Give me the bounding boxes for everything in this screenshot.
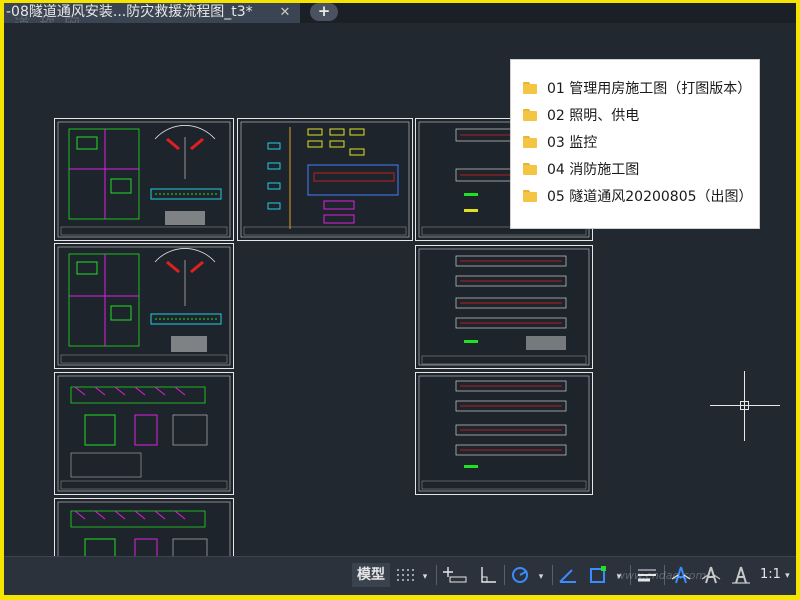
grid-icon[interactable]	[394, 563, 416, 587]
watermark-text: www.cndao.com	[616, 569, 707, 582]
folder-item[interactable]: 01 管理用房施工图（打图版本）	[511, 74, 759, 101]
folder-item[interactable]: 05 隧道通风20200805（出图）	[511, 182, 759, 209]
folder-list-popup: 01 管理用房施工图（打图版本） 02 照明、供电 03 监控 04 消防施工图…	[510, 59, 760, 229]
drawing-sheet[interactable]	[54, 118, 234, 241]
drawing-sheet[interactable]	[415, 245, 593, 369]
snap-icon[interactable]	[442, 563, 470, 587]
sheet-drawing	[57, 375, 231, 492]
model-space-viewport[interactable]: 01 管理用房施工图（打图版本） 02 照明、供电 03 监控 04 消防施工图…	[4, 23, 796, 568]
folder-icon	[523, 108, 537, 121]
folder-item-label: 01 管理用房施工图（打图版本）	[547, 80, 752, 97]
sheet-drawing	[57, 121, 231, 238]
model-space-button[interactable]: 模型	[352, 563, 390, 587]
ortho-icon[interactable]	[476, 563, 500, 587]
sheet-drawing	[418, 248, 590, 366]
folder-icon	[523, 81, 537, 94]
drawing-sheet[interactable]	[54, 243, 234, 369]
document-tab-bar: -08隧道通风安装...防灾救援流程图_t3* ✕ +	[4, 3, 796, 23]
drawing-sheet[interactable]	[415, 372, 593, 495]
folder-item[interactable]: 03 监控	[511, 128, 759, 155]
polar-icon[interactable]	[508, 563, 532, 587]
sheet-drawing	[57, 246, 231, 366]
chevron-down-icon: ▾	[785, 571, 790, 581]
folder-item-label: 05 隧道通风20200805（出图）	[547, 188, 753, 205]
folder-item[interactable]: 02 照明、供电	[511, 101, 759, 128]
close-icon[interactable]: ✕	[276, 4, 294, 22]
folder-icon	[523, 162, 537, 175]
folder-item-label: 03 监控	[547, 134, 598, 151]
annotation-scale-value[interactable]: 1:1 ▾	[760, 563, 790, 588]
folder-icon	[523, 135, 537, 148]
osnap-icon[interactable]	[586, 563, 610, 587]
grid-dropdown-button[interactable]: ▾	[418, 563, 432, 587]
status-separator	[436, 565, 437, 585]
folder-item-label: 02 照明、供电	[547, 107, 640, 124]
folder-icon	[523, 189, 537, 202]
scale-label: 1:1	[760, 567, 781, 582]
isodraft-icon[interactable]	[556, 563, 580, 587]
folder-item[interactable]: 04 消防施工图	[511, 155, 759, 182]
autoscale-icon[interactable]	[728, 563, 754, 587]
folder-item-label: 04 消防施工图	[547, 161, 640, 178]
sheet-drawing	[240, 121, 410, 238]
status-separator	[504, 565, 505, 585]
sheet-drawing	[418, 375, 590, 492]
crosshair-pickbox	[740, 401, 749, 410]
new-tab-button[interactable]: +	[310, 3, 338, 21]
drawing-sheet[interactable]	[237, 118, 413, 241]
polar-dropdown-button[interactable]: ▾	[534, 563, 548, 587]
status-separator	[552, 565, 553, 585]
drawing-sheet[interactable]	[54, 372, 234, 495]
autocad-window: -08隧道通风安装...防灾救援流程图_t3* ✕ + 道 称 网	[4, 3, 796, 595]
